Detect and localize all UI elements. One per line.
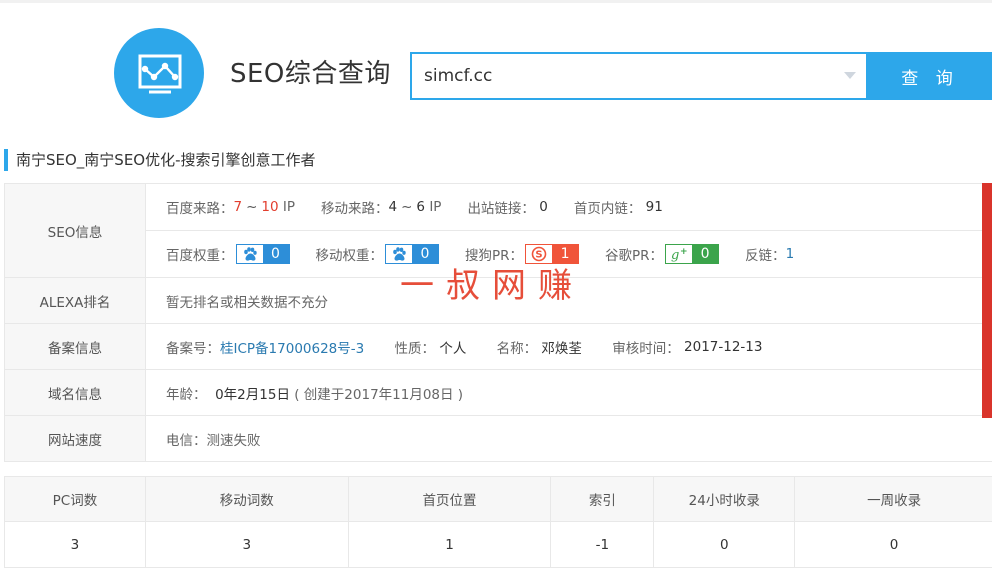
title-accent-bar xyxy=(4,149,8,171)
alexa-value: 暂无排名或相关数据不充分 xyxy=(146,278,992,324)
side-ad-strip[interactable] xyxy=(982,183,992,418)
google-pr[interactable]: 谷歌PR： g+ 0 xyxy=(605,244,719,264)
seo-traffic-row: 百度来路： 7 ~ 10 IP 移动来路： 4 ~ 6 IP 出站链接： 0 xyxy=(146,184,992,230)
speed-value: 电信：测速失败 xyxy=(166,433,261,449)
domain-label: 域名信息 xyxy=(5,370,146,416)
seo-logo xyxy=(114,28,204,118)
icp-label: 备案信息 xyxy=(5,324,146,370)
icp-audit-date: 审核时间： 2017-12-13 xyxy=(612,337,762,357)
stats-header: 一周收录 xyxy=(795,477,992,522)
stats-header: 首页位置 xyxy=(348,477,551,522)
mobile-weight-badge[interactable]: 0 xyxy=(385,244,439,264)
icp-row: 备案信息 备案号： 桂ICP备17000628号-3 性质： 个人 名称： 邓焕… xyxy=(5,324,992,370)
icp-number-link[interactable]: 桂ICP备17000628号-3 xyxy=(220,337,364,357)
search-input[interactable] xyxy=(410,52,868,100)
domain-age: 0年2月15日 xyxy=(215,387,290,403)
seo-info-label: SEO信息 xyxy=(5,184,146,278)
domain-row: 域名信息 年龄： 0年2月15日 ( 创建于2017年11月08日 ) xyxy=(5,370,992,416)
speed-row: 网站速度 电信：测速失败 xyxy=(5,416,992,462)
top-divider xyxy=(0,0,992,3)
icp-name: 名称： 邓焕荃 xyxy=(497,337,582,357)
baidu-source: 百度来路： 7 ~ 10 IP xyxy=(166,197,295,217)
stats-header-row: PC词数 移动词数 首页位置 索引 24小时收录 一周收录 xyxy=(5,477,992,522)
stats-header: 索引 xyxy=(551,477,654,522)
sogou-pr-badge[interactable]: S 1 xyxy=(525,244,579,264)
sogou-pr[interactable]: 搜狗PR： S 1 xyxy=(465,244,579,264)
icp-nature: 性质： 个人 xyxy=(395,337,467,357)
domain-created: ( 创建于2017年11月08日 ) xyxy=(294,387,463,403)
backlinks[interactable]: 反链： 1 xyxy=(745,244,794,264)
svg-text:S: S xyxy=(535,250,542,261)
seo-weight-row: 百度权重： 0 移动权重： 0 xyxy=(146,230,992,277)
stats-table: PC词数 移动词数 首页位置 索引 24小时收录 一周收录 3 3 1 -1 0… xyxy=(4,476,992,568)
baidu-paw-icon xyxy=(386,245,412,263)
speed-label: 网站速度 xyxy=(5,416,146,462)
site-title: 南宁SEO_南宁SEO优化-搜索引擎创意工作者 xyxy=(16,150,316,170)
sogou-icon: S xyxy=(526,245,552,263)
dropdown-caret-icon[interactable] xyxy=(844,72,856,79)
outbound-links: 出站链接： 0 xyxy=(467,197,547,217)
monitor-chart-icon xyxy=(114,28,204,118)
stats-header: PC词数 xyxy=(5,477,146,522)
svg-text:g: g xyxy=(671,248,679,262)
baidu-paw-icon xyxy=(237,245,263,263)
home-internal-links: 首页内链： 91 xyxy=(574,197,663,217)
google-plus-icon: g+ xyxy=(666,245,692,263)
icp-number[interactable]: 备案号： 桂ICP备17000628号-3 xyxy=(166,337,364,357)
google-pr-badge[interactable]: g+ 0 xyxy=(665,244,719,264)
baidu-weight[interactable]: 百度权重： 0 xyxy=(166,244,290,264)
seo-info-row: SEO信息 百度来路： 7 ~ 10 IP 移动来路： 4 ~ 6 IP xyxy=(5,184,992,278)
stats-header: 移动词数 xyxy=(145,477,348,522)
info-table: SEO信息 百度来路： 7 ~ 10 IP 移动来路： 4 ~ 6 IP xyxy=(4,183,992,462)
backlinks-link[interactable]: 1 xyxy=(786,246,795,262)
mobile-weight[interactable]: 移动权重： 0 xyxy=(316,244,440,264)
query-button[interactable]: 查 询 xyxy=(868,52,992,100)
mobile-source: 移动来路： 4 ~ 6 IP xyxy=(321,197,441,217)
stats-header: 24小时收录 xyxy=(654,477,795,522)
alexa-row: ALEXA排名 暂无排名或相关数据不充分 xyxy=(5,278,992,324)
app-title: SEO综合查询 xyxy=(230,56,391,92)
baidu-weight-badge[interactable]: 0 xyxy=(236,244,290,264)
svg-text:+: + xyxy=(680,247,688,257)
alexa-label: ALEXA排名 xyxy=(5,278,146,324)
